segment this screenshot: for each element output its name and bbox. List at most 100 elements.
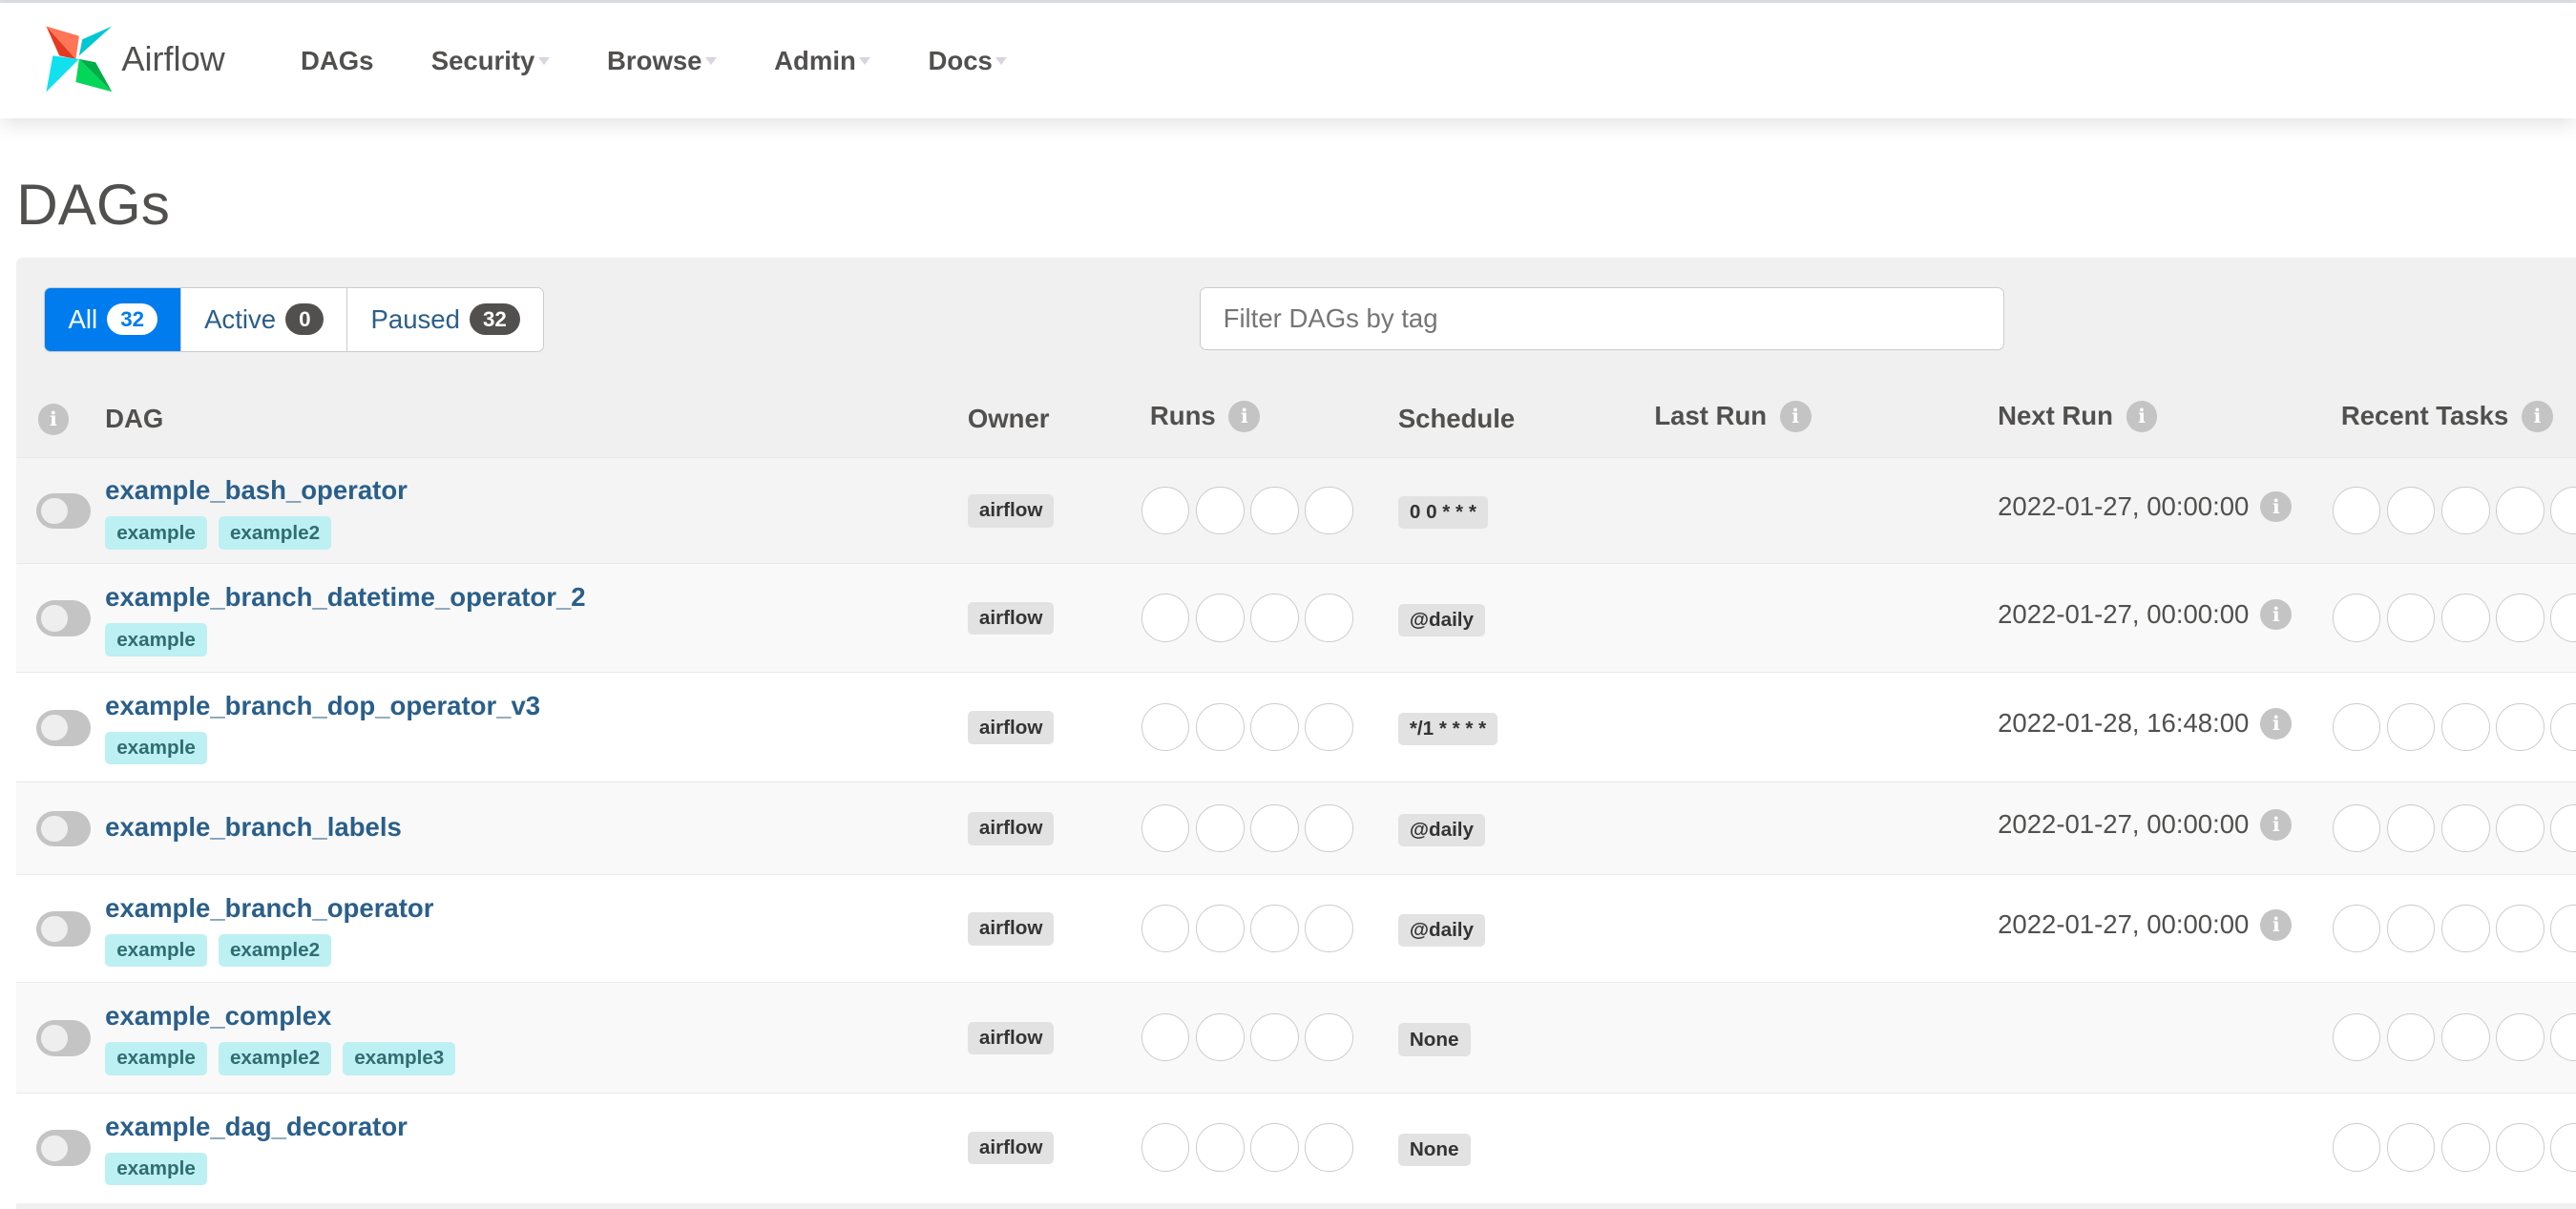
info-icon[interactable]: i <box>2260 598 2293 631</box>
run-state-circle[interactable] <box>1196 1013 1245 1062</box>
info-icon[interactable]: i <box>2522 400 2553 432</box>
run-state-circle[interactable] <box>1141 486 1190 534</box>
tag-badge[interactable]: example <box>105 623 207 657</box>
tag-badge[interactable]: example <box>105 731 207 765</box>
task-state-circle[interactable] <box>2441 803 2490 852</box>
run-state-circle[interactable] <box>1305 702 1353 752</box>
run-state-circle[interactable] <box>1250 702 1299 752</box>
task-state-circle[interactable] <box>2550 594 2576 642</box>
nav-security[interactable]: Security <box>431 46 550 76</box>
task-state-circle[interactable] <box>2387 1013 2436 1062</box>
task-state-circle[interactable] <box>2496 702 2545 752</box>
tag-filter-input[interactable] <box>1199 287 2004 350</box>
run-state-circle[interactable] <box>1196 486 1245 534</box>
task-state-circle[interactable] <box>2496 904 2545 952</box>
dag-link[interactable]: example_branch_operator <box>105 893 433 924</box>
task-state-circle[interactable] <box>2333 702 2381 752</box>
pause-toggle[interactable] <box>35 1020 91 1056</box>
dag-link[interactable]: example_branch_dop_operator_v3 <box>105 691 540 721</box>
schedule-badge[interactable]: @daily <box>1397 603 1486 636</box>
nav-browse[interactable]: Browse <box>607 46 717 76</box>
run-state-circle[interactable] <box>1250 1013 1299 1062</box>
task-state-circle[interactable] <box>2333 486 2381 534</box>
run-state-circle[interactable] <box>1196 1123 1245 1172</box>
task-state-circle[interactable] <box>2496 1013 2545 1062</box>
task-state-circle[interactable] <box>2441 486 2490 534</box>
task-state-circle[interactable] <box>2496 1123 2545 1172</box>
dag-link[interactable]: example_branch_datetime_operator_2 <box>105 582 585 613</box>
header-owner[interactable]: Owner <box>968 404 1050 434</box>
task-state-circle[interactable] <box>2333 803 2381 852</box>
run-state-circle[interactable] <box>1141 594 1190 642</box>
run-state-circle[interactable] <box>1141 904 1190 952</box>
owner-badge[interactable]: airflow <box>967 912 1055 946</box>
tag-badge[interactable]: example <box>105 933 207 967</box>
run-state-circle[interactable] <box>1305 594 1353 642</box>
owner-badge[interactable]: airflow <box>967 711 1055 744</box>
run-state-circle[interactable] <box>1250 904 1299 952</box>
owner-badge[interactable]: airflow <box>967 601 1055 636</box>
tag-badge[interactable]: example <box>105 516 207 550</box>
schedule-badge[interactable]: None <box>1397 1133 1471 1167</box>
owner-badge[interactable]: airflow <box>967 1021 1055 1055</box>
pause-toggle[interactable] <box>35 910 91 948</box>
filter-paused-button[interactable]: Paused 32 <box>347 288 542 350</box>
task-state-circle[interactable] <box>2387 486 2436 534</box>
info-icon[interactable]: i <box>37 404 70 436</box>
header-dag[interactable]: DAG <box>105 404 163 434</box>
info-icon[interactable]: i <box>1228 400 1261 432</box>
dag-link[interactable]: example_bash_operator <box>105 475 408 506</box>
run-state-circle[interactable] <box>1250 486 1299 534</box>
task-state-circle[interactable] <box>2496 594 2545 642</box>
run-state-circle[interactable] <box>1305 904 1353 952</box>
run-state-circle[interactable] <box>1141 702 1190 752</box>
task-state-circle[interactable] <box>2441 1123 2490 1172</box>
run-state-circle[interactable] <box>1141 803 1190 852</box>
tag-badge[interactable]: example2 <box>218 516 332 550</box>
dag-link[interactable]: example_complex <box>105 1001 331 1032</box>
schedule-badge[interactable]: None <box>1397 1023 1471 1056</box>
logo[interactable]: Airflow <box>43 23 225 95</box>
task-state-circle[interactable] <box>2441 1013 2490 1062</box>
nav-docs[interactable]: Docs <box>929 46 1008 76</box>
tag-badge[interactable]: example2 <box>218 1042 332 1075</box>
pause-toggle[interactable] <box>35 709 91 746</box>
info-icon[interactable]: i <box>2260 808 2293 841</box>
task-state-circle[interactable] <box>2441 594 2490 642</box>
nav-admin[interactable]: Admin <box>774 46 871 76</box>
task-state-circle[interactable] <box>2496 486 2545 534</box>
owner-badge[interactable]: airflow <box>967 494 1055 528</box>
task-state-circle[interactable] <box>2496 803 2545 852</box>
pause-toggle[interactable] <box>35 600 91 637</box>
run-state-circle[interactable] <box>1305 1123 1353 1172</box>
task-state-circle[interactable] <box>2333 1013 2381 1062</box>
task-state-circle[interactable] <box>2550 904 2576 952</box>
task-state-circle[interactable] <box>2387 594 2436 642</box>
tag-badge[interactable]: example <box>105 1042 207 1075</box>
task-state-circle[interactable] <box>2387 702 2436 752</box>
filter-all-button[interactable]: All 32 <box>45 288 181 351</box>
run-state-circle[interactable] <box>1250 803 1299 852</box>
owner-badge[interactable]: airflow <box>967 1132 1055 1165</box>
dag-link[interactable]: example_dag_decorator <box>105 1112 408 1142</box>
info-icon[interactable]: i <box>2260 490 2293 523</box>
run-state-circle[interactable] <box>1196 594 1245 642</box>
run-state-circle[interactable] <box>1196 904 1245 952</box>
task-state-circle[interactable] <box>2387 1123 2436 1172</box>
run-state-circle[interactable] <box>1305 803 1353 852</box>
task-state-circle[interactable] <box>2387 904 2436 952</box>
info-icon[interactable]: i <box>2260 708 2293 740</box>
tag-badge[interactable]: example2 <box>218 933 332 967</box>
header-next-run[interactable]: Next Run i <box>1998 400 2158 432</box>
run-state-circle[interactable] <box>1196 803 1245 852</box>
info-icon[interactable]: i <box>2126 400 2158 432</box>
task-state-circle[interactable] <box>2550 1123 2576 1172</box>
owner-badge[interactable]: airflow <box>967 812 1055 845</box>
pause-toggle[interactable] <box>35 492 91 530</box>
run-state-circle[interactable] <box>1250 1123 1299 1172</box>
task-state-circle[interactable] <box>2441 702 2490 752</box>
task-state-circle[interactable] <box>2387 803 2436 852</box>
run-state-circle[interactable] <box>1196 702 1245 752</box>
run-state-circle[interactable] <box>1305 486 1353 534</box>
nav-dags[interactable]: DAGs <box>301 46 374 76</box>
